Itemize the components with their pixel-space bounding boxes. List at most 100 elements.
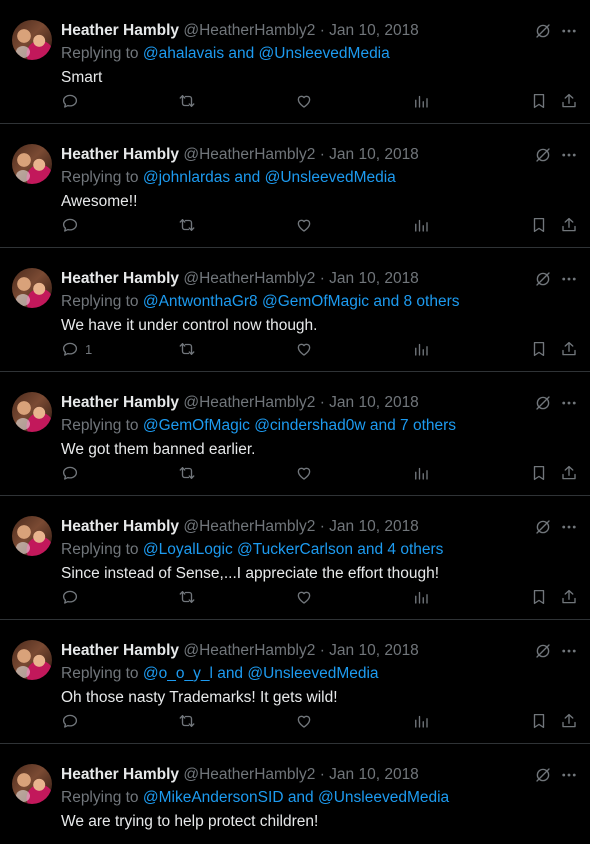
bookmark-button[interactable] <box>530 710 548 732</box>
replying-to: Replying to @LoyalLogic @TuckerCarlson a… <box>61 540 443 560</box>
share-button[interactable] <box>560 586 578 608</box>
tweet-date[interactable]: Jan 10, 2018 <box>329 22 419 39</box>
bookmark-button[interactable] <box>530 462 548 484</box>
more-icon[interactable] <box>560 518 578 536</box>
avatar[interactable] <box>12 268 52 308</box>
more-icon[interactable] <box>560 270 578 288</box>
grok-icon[interactable] <box>534 270 552 288</box>
tweet-date[interactable]: Jan 10, 2018 <box>329 642 419 659</box>
author-handle[interactable]: @HeatherHambly2 <box>183 146 315 163</box>
author-handle[interactable]: @HeatherHambly2 <box>183 22 315 39</box>
views-button[interactable] <box>412 586 430 608</box>
avatar[interactable] <box>12 764 52 804</box>
replying-to-users[interactable]: @johnlardas and @UnsleevedMedia <box>143 169 396 186</box>
author-handle[interactable]: @HeatherHambly2 <box>183 394 315 411</box>
reply-button[interactable]: 1 <box>61 338 92 360</box>
reply-button[interactable] <box>61 586 85 608</box>
retweet-button[interactable] <box>178 214 196 236</box>
views-button[interactable] <box>412 90 430 112</box>
replying-to-users[interactable]: @GemOfMagic @cindershad0w and 7 others <box>143 417 456 434</box>
more-icon[interactable] <box>560 22 578 40</box>
share-button[interactable] <box>560 338 578 360</box>
author-name[interactable]: Heather Hambly <box>61 146 179 163</box>
bookmark-button[interactable] <box>530 338 548 360</box>
tweet[interactable]: Heather Hambly @HeatherHambly2 · Jan 10,… <box>0 248 590 372</box>
more-icon[interactable] <box>560 146 578 164</box>
like-button[interactable] <box>295 90 313 112</box>
tweet-date[interactable]: Jan 10, 2018 <box>329 394 419 411</box>
tweet-date[interactable]: Jan 10, 2018 <box>329 270 419 287</box>
retweet-button[interactable] <box>178 462 196 484</box>
author-handle[interactable]: @HeatherHambly2 <box>183 270 315 287</box>
tweet[interactable]: Heather Hambly @HeatherHambly2 · Jan 10,… <box>0 372 590 496</box>
replying-to-users[interactable]: @o_o_y_l and @UnsleevedMedia <box>143 665 379 682</box>
author-name[interactable]: Heather Hambly <box>61 518 179 535</box>
tweet[interactable]: Heather Hambly @HeatherHambly2 · Jan 10,… <box>0 0 590 124</box>
tweet[interactable]: Heather Hambly @HeatherHambly2 · Jan 10,… <box>0 620 590 744</box>
like-icon <box>297 95 311 108</box>
replying-to-users[interactable]: @LoyalLogic @TuckerCarlson and 4 others <box>143 541 444 558</box>
retweet-button[interactable] <box>178 586 196 608</box>
tweet[interactable]: Heather Hambly @HeatherHambly2 · Jan 10,… <box>0 744 590 844</box>
like-button[interactable] <box>295 214 313 236</box>
share-button[interactable] <box>560 462 578 484</box>
like-button[interactable] <box>295 462 313 484</box>
tweet[interactable]: Heather Hambly @HeatherHambly2 · Jan 10,… <box>0 124 590 248</box>
author-handle[interactable]: @HeatherHambly2 <box>183 518 315 535</box>
grok-icon[interactable] <box>534 518 552 536</box>
grok-icon[interactable] <box>534 22 552 40</box>
reply-button[interactable] <box>61 90 85 112</box>
avatar[interactable] <box>12 640 52 680</box>
retweet-button[interactable] <box>178 90 196 112</box>
more-icon[interactable] <box>560 766 578 784</box>
retweet-button[interactable] <box>178 710 196 732</box>
views-button[interactable] <box>412 338 430 360</box>
replying-to-users[interactable]: @MikeAndersonSID and @UnsleevedMedia <box>143 789 449 806</box>
author-name[interactable]: Heather Hambly <box>61 394 179 411</box>
avatar[interactable] <box>12 516 52 556</box>
like-button[interactable] <box>295 338 313 360</box>
reply-button[interactable] <box>61 710 85 732</box>
author-name[interactable]: Heather Hambly <box>61 766 179 783</box>
author-name[interactable]: Heather Hambly <box>61 642 179 659</box>
tweet[interactable]: Heather Hambly @HeatherHambly2 · Jan 10,… <box>0 496 590 620</box>
tweet-text: Oh those nasty Trademarks! It gets wild! <box>61 689 338 706</box>
grok-icon[interactable] <box>534 146 552 164</box>
avatar[interactable] <box>12 392 52 432</box>
share-button[interactable] <box>560 214 578 236</box>
share-button[interactable] <box>560 710 578 732</box>
author-handle[interactable]: @HeatherHambly2 <box>183 642 315 659</box>
grok-icon[interactable] <box>534 394 552 412</box>
avatar[interactable] <box>12 20 52 60</box>
share-button[interactable] <box>560 90 578 112</box>
views-button[interactable] <box>412 462 430 484</box>
author-name[interactable]: Heather Hambly <box>61 22 179 39</box>
views-icon <box>415 715 428 728</box>
like-button[interactable] <box>295 710 313 732</box>
replying-to-label: Replying to <box>61 417 143 434</box>
views-button[interactable] <box>412 214 430 236</box>
replying-to-users[interactable]: @ahalavais and @UnsleevedMedia <box>143 45 390 62</box>
more-icon[interactable] <box>560 642 578 660</box>
bookmark-button[interactable] <box>530 586 548 608</box>
views-button[interactable] <box>412 710 430 732</box>
reply-button[interactable] <box>61 462 85 484</box>
tweet-text: We got them banned earlier. <box>61 441 256 458</box>
reply-button[interactable] <box>61 214 85 236</box>
bookmark-button[interactable] <box>530 90 548 112</box>
author-handle[interactable]: @HeatherHambly2 <box>183 766 315 783</box>
replying-to-users[interactable]: @AntwonthaGr8 @GemOfMagic and 8 others <box>143 293 460 310</box>
grok-icon[interactable] <box>534 766 552 784</box>
like-button[interactable] <box>295 586 313 608</box>
retweet-button[interactable] <box>178 338 196 360</box>
more-icon[interactable] <box>560 394 578 412</box>
tweet-header: Heather Hambly @HeatherHambly2 · Jan 10,… <box>61 269 419 289</box>
tweet-date[interactable]: Jan 10, 2018 <box>329 766 419 783</box>
tweet-date[interactable]: Jan 10, 2018 <box>329 518 419 535</box>
author-name[interactable]: Heather Hambly <box>61 270 179 287</box>
tweet-date[interactable]: Jan 10, 2018 <box>329 146 419 163</box>
share-icon <box>562 713 576 728</box>
grok-icon[interactable] <box>534 642 552 660</box>
avatar[interactable] <box>12 144 52 184</box>
bookmark-button[interactable] <box>530 214 548 236</box>
